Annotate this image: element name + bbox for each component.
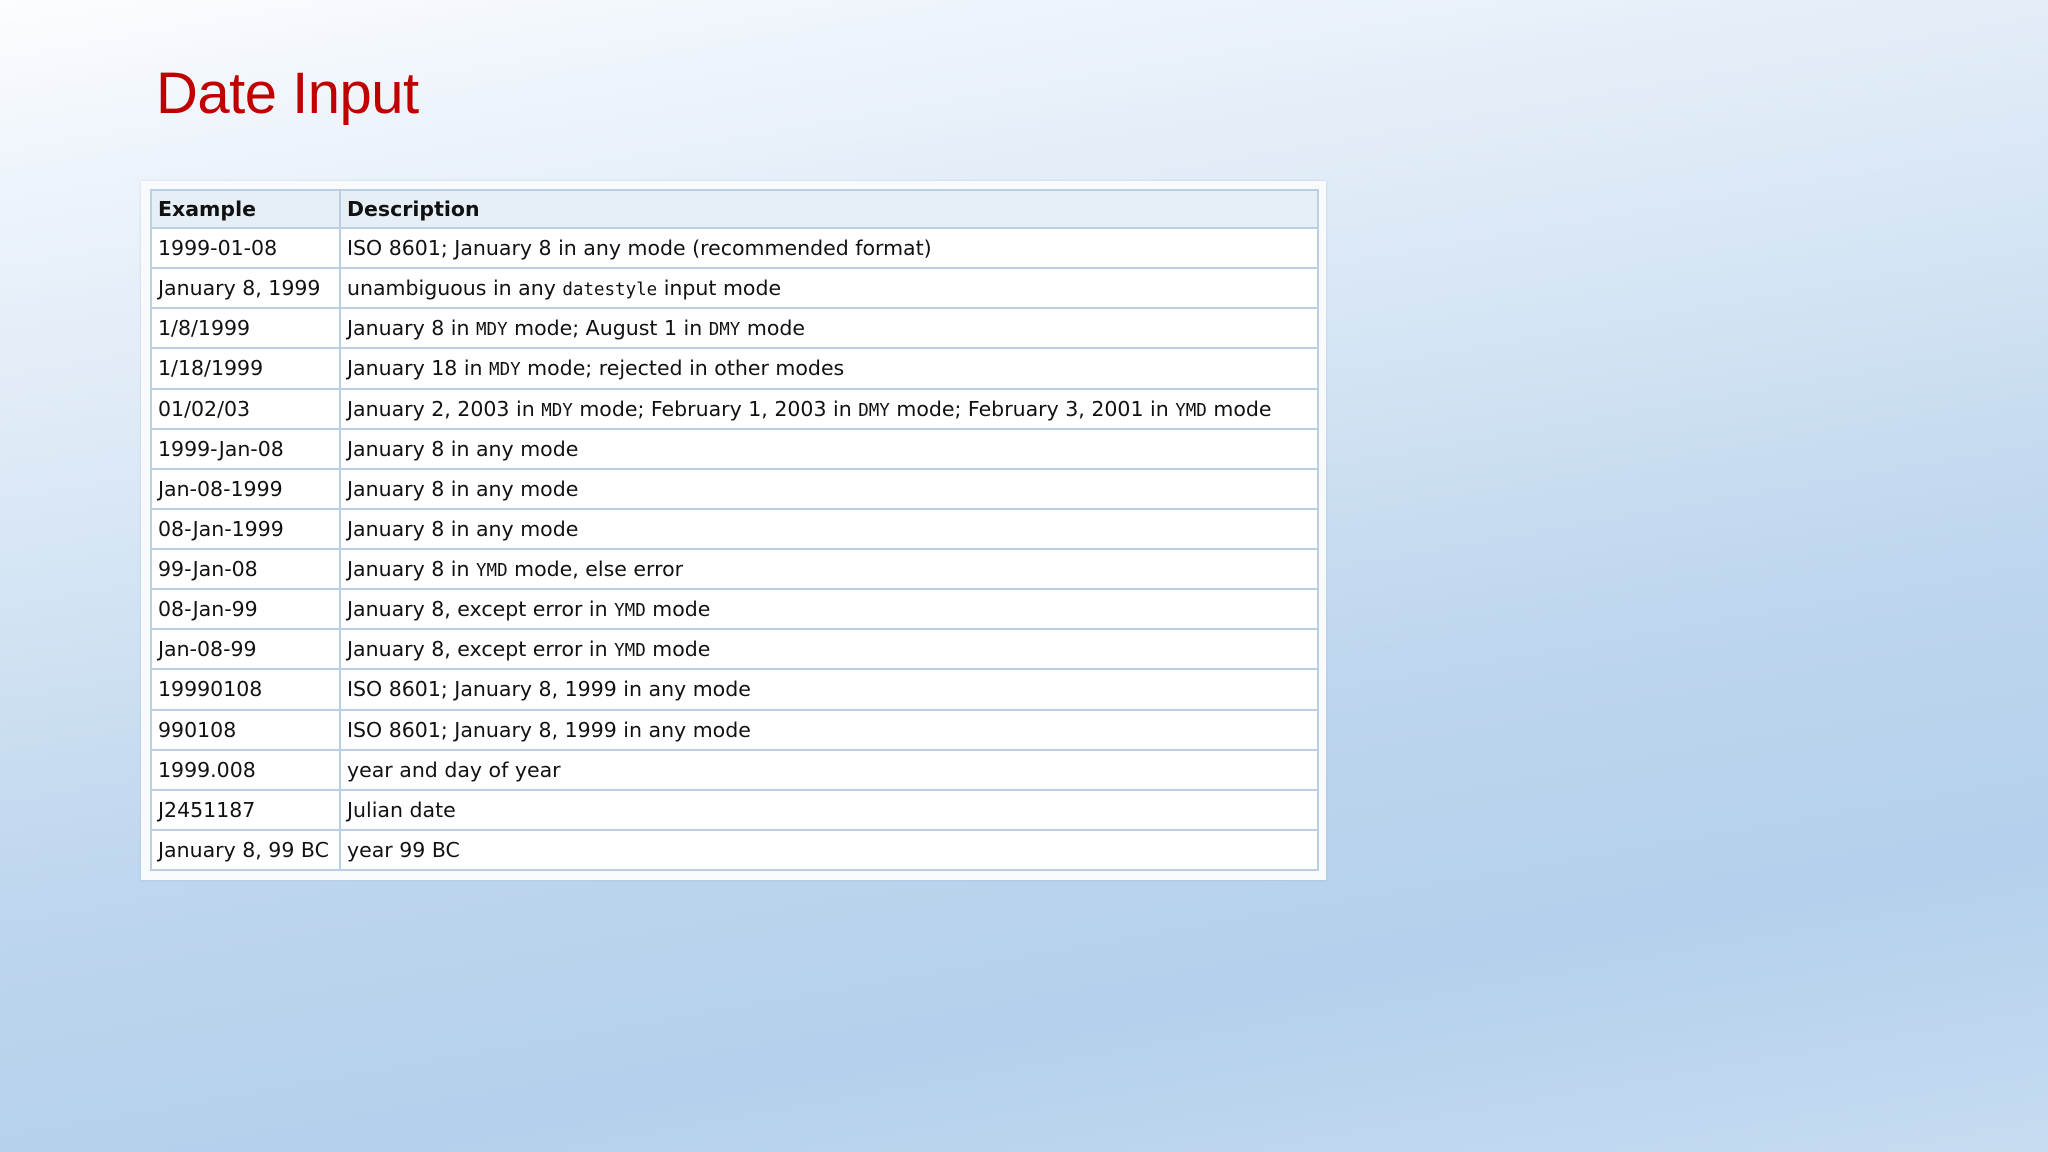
description-text: mode; February 3, 2001 in bbox=[889, 396, 1176, 421]
example-cell: 1999.008 bbox=[150, 748, 341, 791]
table-row: 990108 ISO 8601; January 8, 1999 in any m… bbox=[150, 708, 1319, 751]
code-term: DMY bbox=[708, 320, 741, 341]
description-cell: year 99 BC bbox=[339, 828, 1319, 872]
code-term: YMD bbox=[1175, 400, 1207, 421]
table-row: 99-Jan-08 January 8 in YMD mode, else err… bbox=[150, 547, 1319, 591]
table-row: 08-Jan-99 January 8, except error in YMD … bbox=[150, 588, 1319, 631]
example-cell: January 8, 99 BC bbox=[150, 828, 341, 872]
table-row: January 8, 99 BC year 99 BC bbox=[150, 828, 1319, 872]
description-text: January 2, 2003 in bbox=[347, 396, 542, 421]
table-row: Jan-08-1999 January 8 in any mode bbox=[150, 467, 1319, 510]
table-row: 1999.008 year and day of year bbox=[150, 748, 1319, 791]
description-text: January 8 in any mode bbox=[347, 476, 579, 501]
slide-title: Date Input bbox=[156, 61, 419, 126]
description-text: mode bbox=[740, 316, 805, 341]
table-row: J2451187 Julian date bbox=[150, 788, 1319, 831]
example-cell: 19990108 bbox=[150, 668, 341, 711]
code-term: datestyle bbox=[562, 280, 658, 301]
description-text: Julian date bbox=[347, 797, 456, 822]
description-cell: ISO 8601; January 8, 1999 in any mode bbox=[339, 668, 1319, 711]
description-cell: Julian date bbox=[339, 788, 1319, 831]
description-text: year and day of year bbox=[347, 757, 561, 782]
example-cell: J2451187 bbox=[150, 788, 341, 831]
column-header-example: Example bbox=[150, 189, 341, 229]
table-row: January 8, 1999 unambiguous in any datest… bbox=[150, 267, 1319, 310]
example-cell: Jan-08-99 bbox=[150, 628, 341, 671]
date-input-table: Example Description 1999-01-08 ISO 8601; … bbox=[150, 189, 1319, 872]
column-header-description: Description bbox=[339, 189, 1319, 229]
table-row: 1/8/1999 January 8 in MDY mode; August 1 … bbox=[150, 307, 1319, 350]
code-term: YMD bbox=[614, 601, 646, 622]
description-text: mode bbox=[1206, 396, 1272, 421]
description-text: ISO 8601; January 8 in any mode (recomme… bbox=[347, 236, 932, 261]
table-header-row: Example Description bbox=[150, 189, 1319, 229]
description-text: mode, else error bbox=[507, 557, 684, 582]
description-text: year 99 BC bbox=[347, 837, 460, 862]
description-cell: January 8 in YMD mode, else error bbox=[339, 547, 1319, 591]
description-text: January 8 in any mode bbox=[347, 516, 579, 541]
table-row: 1999-01-08 ISO 8601; January 8 in any mod… bbox=[150, 226, 1319, 270]
description-text: January 18 in bbox=[347, 356, 490, 381]
example-cell: 1/18/1999 bbox=[150, 347, 341, 390]
code-term: MDY bbox=[541, 400, 573, 421]
description-cell: January 8, except error in YMD mode bbox=[339, 628, 1319, 671]
table-row: 01/02/03 January 2, 2003 in MDY mode; Feb… bbox=[150, 387, 1319, 430]
description-text: ISO 8601; January 8, 1999 in any mode bbox=[347, 717, 751, 742]
example-cell: 99-Jan-08 bbox=[150, 547, 341, 591]
description-text: mode bbox=[645, 637, 711, 662]
example-cell: 01/02/03 bbox=[150, 387, 341, 430]
description-cell: January 8, except error in YMD mode bbox=[339, 588, 1319, 631]
code-term: MDY bbox=[476, 320, 508, 341]
code-term: YMD bbox=[476, 561, 508, 582]
description-text: ISO 8601; January 8, 1999 in any mode bbox=[347, 677, 751, 702]
description-cell: January 18 in MDY mode; rejected in othe… bbox=[339, 347, 1319, 390]
description-text: mode bbox=[645, 597, 711, 622]
example-cell: 1/8/1999 bbox=[150, 307, 341, 350]
table-row: 08-Jan-1999 January 8 in any mode bbox=[150, 507, 1319, 551]
table-row: 19990108 ISO 8601; January 8, 1999 in any… bbox=[150, 668, 1319, 711]
example-cell: January 8, 1999 bbox=[150, 267, 341, 310]
description-text: mode; rejected in other modes bbox=[520, 356, 845, 381]
code-term: DMY bbox=[858, 400, 890, 421]
description-text: January 8 in bbox=[347, 316, 476, 341]
description-cell: January 8 in any mode bbox=[339, 467, 1319, 510]
description-text: mode; February 1, 2003 in bbox=[572, 396, 859, 421]
description-cell: unambiguous in any datestyle input mode bbox=[339, 267, 1319, 310]
code-term: MDY bbox=[489, 360, 521, 381]
description-cell: January 8 in MDY mode; August 1 in DMY m… bbox=[339, 307, 1319, 350]
table-frame: Example Description 1999-01-08 ISO 8601; … bbox=[141, 181, 1326, 880]
description-text: input mode bbox=[657, 276, 782, 301]
description-text: January 8, except error in bbox=[347, 597, 615, 622]
description-text: January 8 in bbox=[347, 557, 476, 582]
example-cell: 08-Jan-99 bbox=[150, 588, 341, 631]
description-cell: January 8 in any mode bbox=[339, 507, 1319, 551]
example-cell: 1999-Jan-08 bbox=[150, 427, 341, 470]
table-row: 1999-Jan-08 January 8 in any mode bbox=[150, 427, 1319, 470]
table-row: 1/18/1999 January 18 in MDY mode; rejecte… bbox=[150, 347, 1319, 390]
example-cell: Jan-08-1999 bbox=[150, 467, 341, 510]
description-cell: January 2, 2003 in MDY mode; February 1,… bbox=[339, 387, 1319, 430]
description-cell: year and day of year bbox=[339, 748, 1319, 791]
table-body: 1999-01-08 ISO 8601; January 8 in any mod… bbox=[150, 226, 1319, 872]
description-cell: ISO 8601; January 8 in any mode (recomme… bbox=[339, 226, 1319, 270]
description-cell: January 8 in any mode bbox=[339, 427, 1319, 470]
description-text: January 8, except error in bbox=[347, 637, 615, 662]
description-text: unambiguous in any bbox=[347, 276, 563, 301]
description-text: January 8 in any mode bbox=[347, 436, 579, 461]
example-cell: 1999-01-08 bbox=[150, 226, 341, 270]
description-cell: ISO 8601; January 8, 1999 in any mode bbox=[339, 708, 1319, 751]
description-text: mode; August 1 in bbox=[507, 316, 709, 341]
table-row: Jan-08-99 January 8, except error in YMD … bbox=[150, 628, 1319, 671]
example-cell: 990108 bbox=[150, 708, 341, 751]
code-term: YMD bbox=[614, 641, 646, 662]
example-cell: 08-Jan-1999 bbox=[150, 507, 341, 551]
